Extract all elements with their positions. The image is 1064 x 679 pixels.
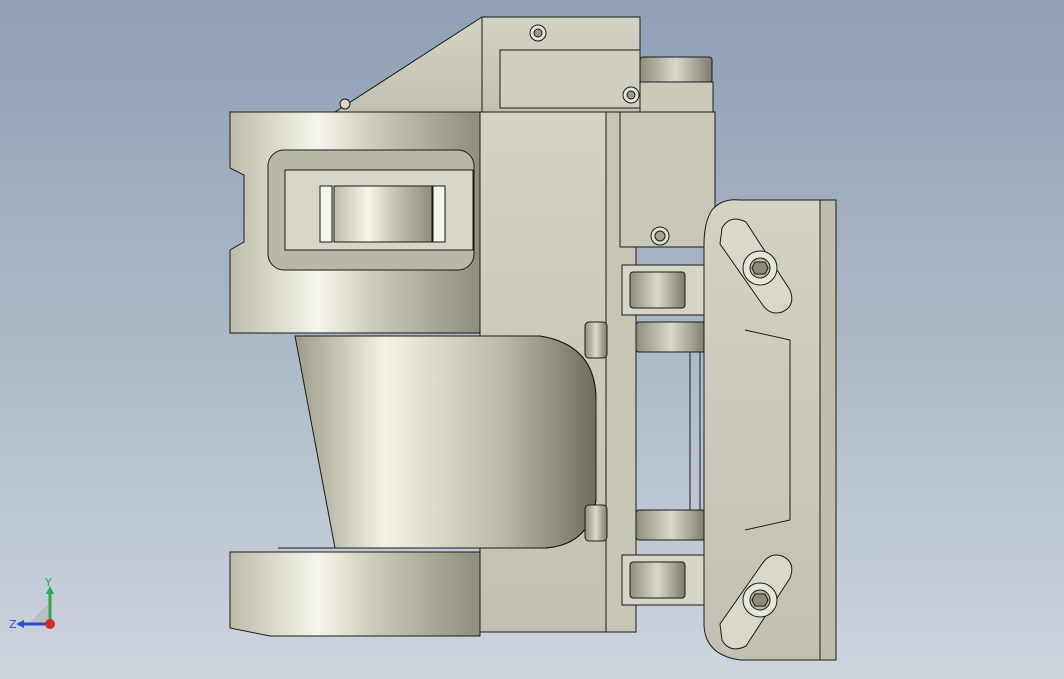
cad-model[interactable]	[229, 16, 837, 661]
view-orientation-triad: Y Z	[9, 578, 55, 631]
top-wedge	[333, 16, 501, 113]
bottom-ring	[229, 551, 481, 637]
y-axis-label: Y	[44, 578, 52, 589]
window-slot-right	[432, 185, 446, 243]
wedge-screw	[339, 98, 351, 110]
motor-inner-frame	[499, 49, 641, 109]
shaft	[639, 56, 713, 84]
window-slot-left	[319, 185, 333, 243]
z-axis-label: Z	[9, 618, 17, 631]
graphics-viewport[interactable]	[0, 0, 1064, 679]
tapered-cone	[294, 335, 597, 549]
x-axis-origin	[45, 619, 55, 629]
